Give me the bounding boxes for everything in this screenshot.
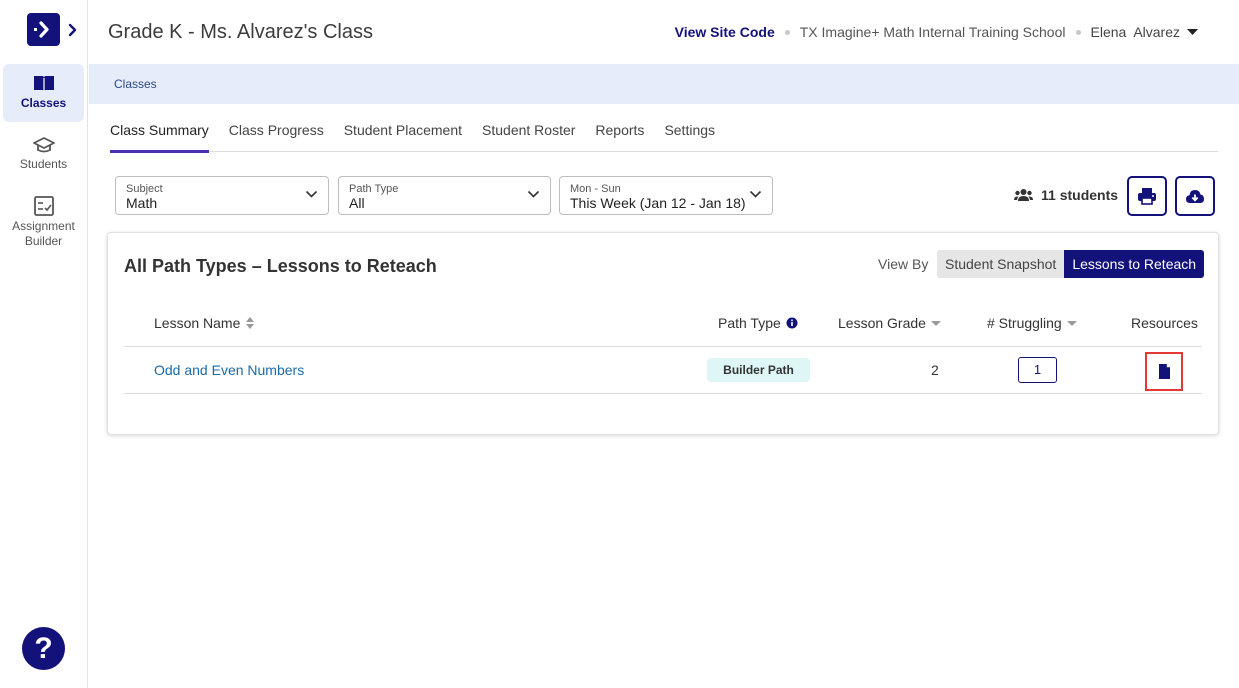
user-last-name: Alvarez: [1133, 24, 1180, 40]
subject-select[interactable]: Subject Math: [115, 176, 329, 215]
column-header-label: Path Type: [718, 315, 781, 331]
users-group-icon: [1014, 189, 1033, 201]
path-type-badge: Builder Path: [707, 358, 810, 382]
sort-down-icon: [1066, 320, 1077, 326]
graduation-cap-icon: [32, 137, 55, 153]
sidebar-item-assignment-builder[interactable]: Assignment Builder: [3, 192, 84, 250]
checklist-icon: [33, 196, 54, 216]
cloud-download-icon: [1186, 190, 1204, 203]
download-button[interactable]: [1175, 176, 1215, 216]
students-count-text: 11 students: [1041, 187, 1119, 203]
chevron-down-icon: [527, 190, 540, 198]
tab-class-progress[interactable]: Class Progress: [229, 122, 324, 152]
view-student-snapshot-button[interactable]: Student Snapshot: [937, 250, 1065, 278]
header-info: View Site Code TX Imagine+ Math Internal…: [675, 24, 1198, 40]
subject-select-label: Subject: [126, 183, 163, 195]
open-book-icon: [33, 76, 54, 92]
sidebar: Classes Students Assignment Builder ?: [0, 0, 88, 688]
view-site-code-link[interactable]: View Site Code: [675, 24, 775, 40]
sidebar-item-label: Classes: [20, 96, 67, 110]
column-header-label: Lesson Name: [154, 315, 241, 331]
breadcrumb-bar: Classes: [89, 64, 1239, 104]
column-header-path-type: Path Type: [718, 315, 798, 331]
tab-settings[interactable]: Settings: [664, 122, 715, 152]
page-title: Grade K - Ms. Alvarez's Class: [108, 21, 373, 43]
view-toggle: Student Snapshot Lessons to Reteach: [937, 250, 1205, 278]
struggling-count-button[interactable]: 1: [1018, 357, 1057, 383]
logo-arrow-icon: [34, 21, 49, 38]
info-icon[interactable]: [786, 317, 798, 329]
school-name: TX Imagine+ Math Internal Training Schoo…: [799, 24, 1066, 40]
separator-dot: [1075, 29, 1081, 35]
print-button[interactable]: [1127, 176, 1167, 216]
week-select-label: Mon - Sun: [570, 183, 621, 195]
path-type-select-label: Path Type: [349, 183, 399, 195]
lesson-name-link[interactable]: Odd and Even Numbers: [154, 362, 304, 378]
sort-icon: [246, 317, 255, 329]
subject-select-value: Math: [126, 195, 158, 211]
column-header-label: Resources: [1131, 315, 1198, 331]
lesson-grade-value: 2: [931, 362, 939, 378]
column-header-resources: Resources: [1131, 315, 1198, 331]
app-logo[interactable]: [27, 13, 60, 46]
sort-down-icon: [930, 320, 941, 326]
user-menu[interactable]: Elena Alvarez: [1090, 24, 1198, 40]
printer-icon: [1138, 188, 1156, 205]
breadcrumb-classes[interactable]: Classes: [114, 77, 157, 91]
column-header-label: # Struggling: [987, 315, 1062, 331]
tab-bar: Class Summary Class Progress Student Pla…: [110, 122, 1218, 153]
path-type-select-value: All: [349, 195, 365, 211]
divider: [124, 346, 1202, 347]
week-select[interactable]: Mon - Sun This Week (Jan 12 - Jan 18): [559, 176, 773, 215]
user-first-name: Elena: [1090, 24, 1127, 40]
column-header-lesson-name[interactable]: Lesson Name: [154, 315, 255, 331]
column-header-label: Lesson Grade: [838, 315, 926, 331]
resource-document-button[interactable]: [1145, 352, 1183, 391]
view-lessons-to-reteach-button[interactable]: Lessons to Reteach: [1064, 250, 1205, 278]
sidebar-item-classes[interactable]: Classes: [3, 64, 84, 122]
chevron-down-icon: [305, 190, 318, 198]
tab-reports[interactable]: Reports: [595, 122, 644, 152]
caret-down-icon: [1187, 28, 1198, 35]
path-type-select[interactable]: Path Type All: [338, 176, 551, 215]
sidebar-item-students[interactable]: Students: [3, 132, 84, 176]
expand-sidebar-chevron-icon[interactable]: [68, 23, 78, 37]
lessons-card: All Path Types – Lessons to Reteach View…: [107, 232, 1219, 435]
card-title: All Path Types – Lessons to Reteach: [124, 256, 437, 276]
help-button[interactable]: ?: [22, 627, 65, 670]
column-header-lesson-grade[interactable]: Lesson Grade: [838, 315, 941, 331]
tab-student-placement[interactable]: Student Placement: [344, 122, 462, 152]
chevron-down-icon: [749, 190, 762, 198]
document-icon: [1158, 364, 1170, 379]
view-by-label: View By: [878, 256, 929, 272]
tab-student-roster[interactable]: Student Roster: [482, 122, 575, 152]
sidebar-item-label: Students: [19, 157, 68, 171]
column-header-struggling[interactable]: # Struggling: [987, 315, 1077, 331]
app-root: Classes Students Assignment Builder ? Gr…: [0, 0, 1239, 688]
students-count: 11 students: [1014, 187, 1118, 203]
sidebar-item-label: Assignment Builder: [12, 219, 75, 248]
tab-class-summary[interactable]: Class Summary: [110, 122, 209, 153]
separator-dot: [784, 29, 790, 35]
divider: [124, 393, 1202, 394]
week-select-value: This Week (Jan 12 - Jan 18): [570, 195, 746, 211]
